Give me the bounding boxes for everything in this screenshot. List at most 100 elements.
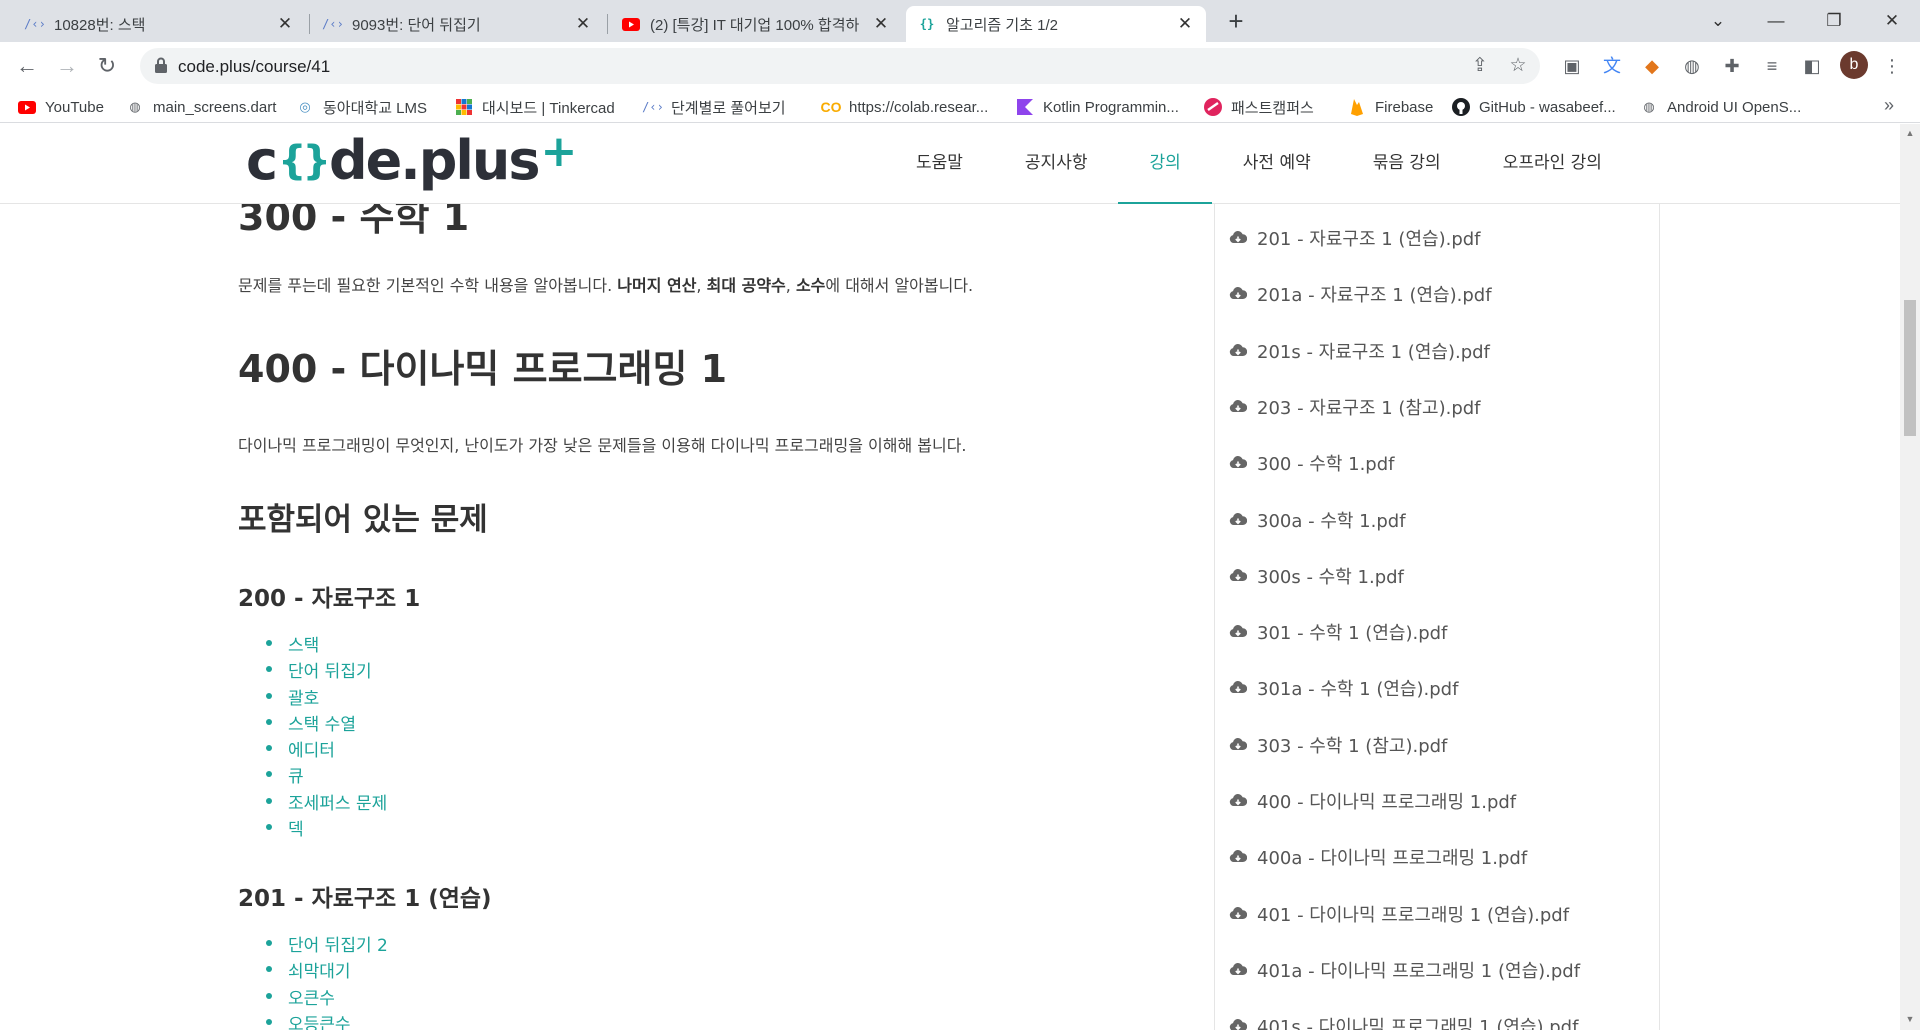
pdf-file-link[interactable]: 300s - 수학 1.pdf	[1229, 563, 1404, 589]
bookmark-firebase[interactable]: Firebase	[1348, 96, 1433, 118]
globe-extension-icon[interactable]: ◍	[1680, 54, 1704, 78]
bookmark-fastcampus[interactable]: 패스트캠퍼스	[1204, 96, 1314, 118]
profile-avatar[interactable]: b	[1840, 51, 1868, 79]
browser-tab-2[interactable]: /‹› 9093번: 단어 뒤집기 ✕	[312, 6, 604, 42]
bookmark-main-screens[interactable]: ◍ main_screens.dart	[126, 96, 276, 118]
tab-separator	[607, 14, 608, 34]
codeplus-logo[interactable]: c{} de.plus +	[246, 126, 577, 192]
bookmark-lms[interactable]: ◎ 동아대학교 LMS	[296, 96, 427, 118]
bookmark-label: 동아대학교 LMS	[323, 99, 428, 117]
nav-help[interactable]: 도움말	[885, 124, 994, 204]
browser-tab-3[interactable]: (2) [특강] IT 대기업 100% 합격하 ✕	[610, 6, 902, 42]
cloud-download-icon	[1229, 681, 1247, 694]
pdf-file-link[interactable]: 201 - 자료구조 1 (연습).pdf	[1229, 225, 1481, 251]
tab-title: (2) [특강] IT 대기업 100% 합격하	[650, 16, 860, 34]
github-icon	[1452, 98, 1470, 116]
pdf-file-link[interactable]: 301a - 수학 1 (연습).pdf	[1229, 675, 1458, 701]
problem-link[interactable]: 스택 수열	[266, 710, 387, 736]
browser-tab-4-active[interactable]: {} 알고리즘 기초 1/2 ✕	[906, 6, 1206, 42]
side-panel-icon[interactable]: ◧	[1800, 54, 1824, 78]
problem-link[interactable]: 조세퍼스 문제	[266, 789, 387, 815]
forward-icon[interactable]: →	[52, 52, 82, 82]
browser-tab-1[interactable]: /‹› 10828번: 스택 ✕	[14, 6, 306, 42]
problem-link[interactable]: 에디터	[266, 736, 387, 762]
cloud-download-icon	[1229, 1019, 1247, 1030]
nav-bundle[interactable]: 묶음 강의	[1342, 124, 1472, 204]
firebase-icon	[1348, 98, 1366, 116]
bookmarks-more-button[interactable]: »	[1884, 95, 1894, 116]
cloud-download-icon	[1229, 287, 1247, 300]
bookmark-label: 단계별로 풀어보기	[671, 99, 786, 117]
problem-link[interactable]: 오큰수	[266, 984, 388, 1010]
nav-offline[interactable]: 오프라인 강의	[1472, 124, 1633, 204]
pdf-file-link[interactable]: 300a - 수학 1.pdf	[1229, 507, 1406, 533]
bookmark-label: YouTube	[45, 98, 104, 116]
restore-icon[interactable]: ❐	[1806, 0, 1862, 42]
pdf-file-name: 401a - 다이나믹 프로그래밍 1 (연습).pdf	[1257, 960, 1581, 982]
problem-link[interactable]: 단어 뒤집기 2	[266, 931, 388, 957]
bookmark-kotlin[interactable]: Kotlin Programmin...	[1016, 96, 1179, 118]
bookmark-steps[interactable]: /‹› 단계별로 풀어보기	[642, 96, 786, 118]
back-icon[interactable]: ←	[12, 52, 42, 82]
window-close-icon[interactable]: ✕	[1864, 0, 1920, 42]
menu-kebab-icon[interactable]: ⋮	[1880, 54, 1904, 78]
bookmark-android-ui[interactable]: ◍ Android UI OpenS...	[1640, 96, 1801, 118]
pdf-file-link[interactable]: 401s - 다이나믹 프로그래밍 1 (연습).pdf	[1229, 1013, 1578, 1030]
nav-lectures[interactable]: 강의	[1118, 124, 1212, 204]
pdf-file-link[interactable]: 300 - 수학 1.pdf	[1229, 450, 1395, 476]
metamask-icon[interactable]: ◆	[1640, 54, 1664, 78]
pdf-file-name: 203 - 자료구조 1 (참고).pdf	[1257, 397, 1481, 419]
youtube-icon	[622, 15, 640, 33]
problem-link[interactable]: 큐	[266, 762, 387, 788]
pdf-file-name: 300s - 수학 1.pdf	[1257, 566, 1404, 588]
scrollbar-thumb[interactable]	[1904, 300, 1916, 436]
pdf-file-link[interactable]: 201s - 자료구조 1 (연습).pdf	[1229, 338, 1490, 364]
new-tab-button[interactable]: +	[1222, 8, 1250, 36]
nav-preorder[interactable]: 사전 예약	[1212, 124, 1342, 204]
bookmark-youtube[interactable]: YouTube	[18, 96, 104, 118]
tab-title: 9093번: 단어 뒤집기	[352, 16, 481, 34]
problem-link[interactable]: 스택	[266, 631, 387, 657]
pdf-file-link[interactable]: 301 - 수학 1 (연습).pdf	[1229, 619, 1447, 645]
close-icon[interactable]: ✕	[276, 14, 294, 34]
share-icon[interactable]: ⇪	[1468, 54, 1492, 78]
lock-icon	[155, 57, 167, 73]
included-problems-heading: 포함되어 있는 문제	[238, 502, 488, 538]
codeplus-icon: {}	[919, 17, 935, 31]
page-scrollbar[interactable]: ▲ ▼	[1900, 124, 1920, 1030]
desc-text: ,	[696, 276, 707, 295]
pdf-file-name: 300 - 수학 1.pdf	[1257, 454, 1395, 476]
problem-link[interactable]: 덱	[266, 815, 387, 841]
pdf-file-link[interactable]: 401a - 다이나믹 프로그래밍 1 (연습).pdf	[1229, 957, 1580, 983]
globe-icon: ◍	[129, 99, 141, 114]
pdf-file-link[interactable]: 201a - 자료구조 1 (연습).pdf	[1229, 281, 1492, 307]
problem-link[interactable]: 오등큰수	[266, 1010, 388, 1030]
problem-link[interactable]: 괄호	[266, 684, 387, 710]
tab-search-icon[interactable]: ⌄	[1690, 0, 1746, 42]
problem-link[interactable]: 단어 뒤집기	[266, 657, 387, 683]
close-icon[interactable]: ✕	[1176, 14, 1194, 34]
extensions-puzzle-icon[interactable]: ✚	[1720, 54, 1744, 78]
cloud-download-icon	[1229, 625, 1247, 638]
close-icon[interactable]: ✕	[872, 14, 890, 34]
bookmark-github[interactable]: GitHub - wasabeef...	[1452, 96, 1616, 118]
pdf-file-link[interactable]: 401 - 다이나믹 프로그래밍 1 (연습).pdf	[1229, 901, 1569, 927]
scroll-down-icon[interactable]: ▼	[1905, 1014, 1915, 1024]
translate-icon[interactable]: 文	[1600, 54, 1624, 78]
pdf-file-link[interactable]: 400a - 다이나믹 프로그래밍 1.pdf	[1229, 844, 1527, 870]
address-bar[interactable]: code.plus/course/41 ⇪ ☆	[140, 48, 1540, 84]
reload-icon[interactable]: ↻	[92, 52, 122, 82]
nav-notice[interactable]: 공지사항	[994, 124, 1119, 204]
bookmark-tinkercad[interactable]: 대시보드 | Tinkercad	[455, 96, 615, 118]
problem-link[interactable]: 쇠막대기	[266, 957, 388, 983]
minimize-icon[interactable]: —	[1748, 0, 1804, 42]
scroll-up-icon[interactable]: ▲	[1905, 128, 1915, 138]
media-queue-icon[interactable]: ≡	[1760, 54, 1784, 78]
bookmark-star-icon[interactable]: ☆	[1506, 54, 1530, 78]
pdf-file-link[interactable]: 203 - 자료구조 1 (참고).pdf	[1229, 394, 1481, 420]
pdf-file-link[interactable]: 303 - 수학 1 (참고).pdf	[1229, 732, 1447, 758]
pdf-file-link[interactable]: 400 - 다이나믹 프로그래밍 1.pdf	[1229, 788, 1516, 814]
cast-icon[interactable]: ▣	[1560, 54, 1584, 78]
close-icon[interactable]: ✕	[574, 14, 592, 34]
bookmark-colab[interactable]: CO https://colab.resear...	[821, 96, 989, 118]
